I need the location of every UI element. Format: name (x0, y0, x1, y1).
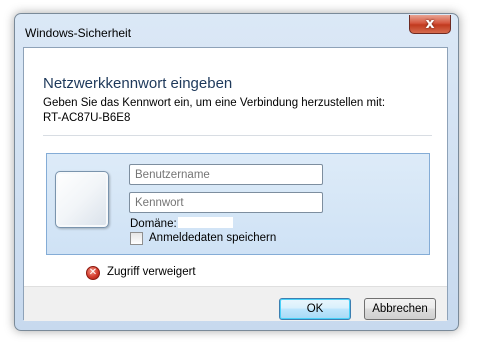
password-input[interactable] (129, 192, 323, 213)
close-button[interactable]: x (409, 15, 451, 34)
dialog-heading: Netzwerkkennwort eingeben (43, 75, 233, 92)
username-input[interactable] (129, 164, 323, 185)
remember-credentials-checkbox[interactable] (130, 232, 143, 245)
error-message: Zugriff verweigert (107, 266, 196, 278)
user-tile-icon (55, 171, 109, 228)
credential-tile[interactable]: Domäne: Anmeldedaten speichern (46, 153, 430, 255)
cancel-button[interactable]: Abbrechen (364, 298, 436, 320)
close-icon: x (425, 16, 435, 32)
dialog-content: Netzwerkkennwort eingeben Geben Sie das … (23, 47, 448, 321)
remember-credentials-label[interactable]: Anmeldedaten speichern (149, 232, 276, 244)
window-title: Windows-Sicherheit (25, 26, 132, 40)
connection-target: RT-AC87U-B6E8 (43, 112, 131, 124)
dialog-description: Geben Sie das Kennwort ein, um eine Verb… (43, 97, 386, 109)
domain-value-redacted (177, 217, 233, 228)
domain-label: Domäne: (130, 218, 177, 230)
ok-button[interactable]: OK (279, 298, 351, 320)
security-dialog-window: Windows-Sicherheit x Netzwerkkennwort ei… (14, 13, 459, 331)
title-bar[interactable]: Windows-Sicherheit x (15, 14, 458, 47)
separator (43, 135, 432, 136)
button-footer: OK Abbrechen (24, 286, 447, 321)
error-icon: ✕ (86, 266, 100, 280)
domain-row: Domäne: (130, 217, 233, 230)
